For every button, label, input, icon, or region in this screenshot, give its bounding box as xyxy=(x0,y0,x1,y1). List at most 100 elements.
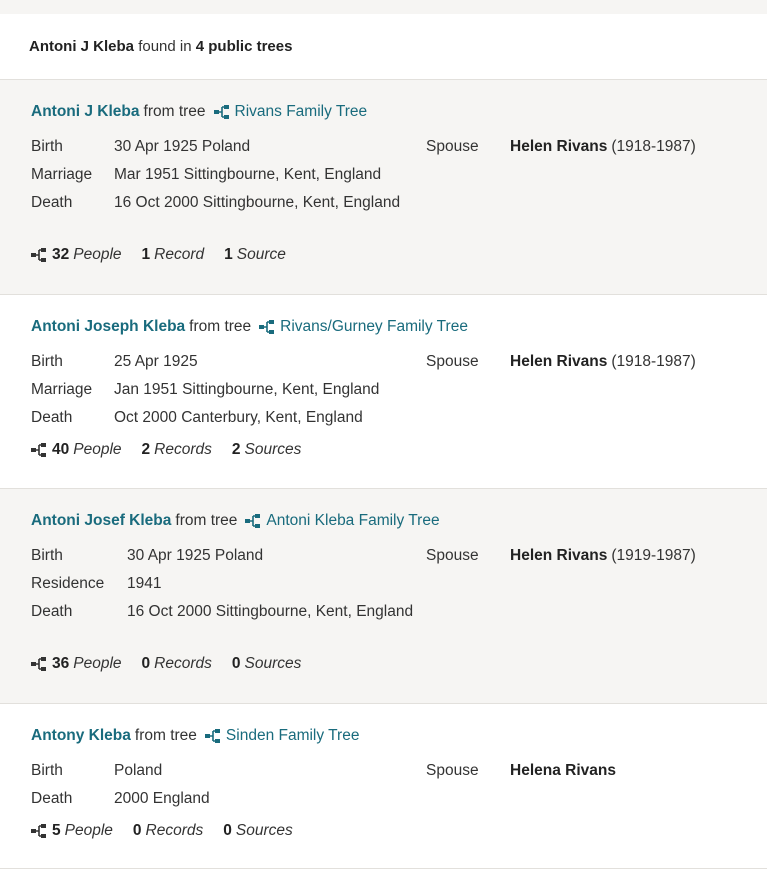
header-count: 4 public trees xyxy=(195,38,293,55)
family-tree-icon xyxy=(245,514,261,528)
event-label: Birth xyxy=(31,138,63,155)
spouse-name: Helena Rivans xyxy=(510,762,616,779)
event-row: Death 2000 England xyxy=(31,788,404,810)
from-tree-label: from tree xyxy=(189,318,252,335)
event-value: Jan 1951 Sittingbourne, Kent, England xyxy=(114,381,380,398)
event-value: Mar 1951 Sittingbourne, Kent, England xyxy=(114,166,382,183)
family-tree-icon xyxy=(31,657,46,671)
family-tree-icon xyxy=(213,105,229,119)
spouse-label: Spouse xyxy=(426,353,479,370)
tree-name-link[interactable]: Rivans Family Tree xyxy=(210,103,368,121)
from-tree-label: from tree xyxy=(134,727,197,744)
sources-count: 0 Sources xyxy=(231,655,302,672)
tree-name-link[interactable]: Antoni Kleba Family Tree xyxy=(241,512,440,530)
event-value: 30 Apr 1925 Poland xyxy=(127,547,264,564)
spouse-name: Helen Rivans xyxy=(510,547,608,564)
tree-result: Antoni Josef Kleba from tree Antoni Kleb… xyxy=(0,489,767,704)
person-name-link[interactable]: Antony Kleba xyxy=(31,727,131,745)
family-tree-icon xyxy=(31,824,46,838)
event-row: Birth 30 Apr 1925 Poland xyxy=(31,136,404,158)
family-tree-icon xyxy=(31,248,46,262)
tree-result: Antony Kleba from tree Sinden Family Tre… xyxy=(0,704,767,869)
tree-name-link[interactable]: Rivans/Gurney Family Tree xyxy=(255,318,468,336)
family-tree-icon xyxy=(31,443,46,457)
tree-stats: 32 People 1 Record 1 Source xyxy=(31,246,306,264)
event-row: Marriage Jan 1951 Sittingbourne, Kent, En… xyxy=(31,379,404,401)
sources-count: 2 Sources xyxy=(231,441,302,458)
person-name-link[interactable]: Antoni Joseph Kleba xyxy=(31,318,185,336)
results-header: Antoni J Kleba found in 4 public trees xyxy=(0,14,767,80)
spouse-name: Helen Rivans xyxy=(510,138,608,155)
event-label: Marriage xyxy=(31,166,93,183)
spouse-dates: (1918-1987) xyxy=(611,138,696,155)
event-value: 30 Apr 1925 Poland xyxy=(114,138,251,155)
records-count: 1 Record xyxy=(141,246,205,263)
event-row: Death 16 Oct 2000 Sittingbourne, Kent, En… xyxy=(31,192,404,214)
from-tree-label: from tree xyxy=(143,103,206,120)
records-count: 0 Records xyxy=(132,822,204,839)
event-row: Birth 30 Apr 1925 Poland xyxy=(31,545,417,567)
event-value: Oct 2000 Canterbury, Kent, England xyxy=(114,409,363,426)
records-count: 2 Records xyxy=(141,441,212,458)
spouse-info: Spouse Helen Rivans (1918-1987) xyxy=(426,136,696,158)
tree-stats: 5 People 0 Records 0 Sources xyxy=(31,822,313,840)
event-row: Death 16 Oct 2000 Sittingbourne, Kent, En… xyxy=(31,601,417,623)
tree-name: Rivans/Gurney Family Tree xyxy=(280,318,468,335)
sources-count: 0 Sources xyxy=(223,822,293,839)
family-tree-icon xyxy=(204,729,220,743)
tree-result: Antoni Joseph Kleba from tree Rivans/Gur… xyxy=(0,295,767,489)
event-value: Poland xyxy=(114,762,163,779)
person-name-link[interactable]: Antoni Josef Kleba xyxy=(31,512,171,530)
event-label: Death xyxy=(31,194,73,211)
event-value: 16 Oct 2000 Sittingbourne, Kent, England xyxy=(114,194,401,211)
event-row: Birth Poland xyxy=(31,760,404,782)
person-name-link[interactable]: Antoni J Kleba xyxy=(31,103,140,121)
tree-result: Antoni J Kleba from tree Rivans Family T… xyxy=(0,80,767,295)
tree-result-title: Antoni Josef Kleba from tree Antoni Kleb… xyxy=(31,512,440,530)
tree-result-title: Antoni J Kleba from tree Rivans Family T… xyxy=(31,103,367,121)
event-row: Death Oct 2000 Canterbury, Kent, England xyxy=(31,407,404,429)
event-label: Death xyxy=(31,409,73,426)
tree-name: Sinden Family Tree xyxy=(225,727,360,744)
from-tree-label: from tree xyxy=(175,512,238,529)
spouse-dates: (1918-1987) xyxy=(611,353,696,370)
people-count: 40 People xyxy=(31,441,122,459)
tree-stats: 40 People 2 Records 2 Sources xyxy=(31,441,321,459)
spouse-label: Spouse xyxy=(426,762,479,779)
people-count: 36 People xyxy=(31,655,122,673)
event-list: Birth 25 Apr 1925 Marriage Jan 1951 Sittin… xyxy=(31,351,404,435)
family-tree-icon xyxy=(259,320,275,334)
tree-name: Rivans Family Tree xyxy=(234,103,368,120)
spouse-info: Spouse Helena Rivans xyxy=(426,760,620,782)
tree-stats: 36 People 0 Records 0 Sources xyxy=(31,655,321,673)
event-label: Marriage xyxy=(31,381,93,398)
tree-result-title: Antony Kleba from tree Sinden Family Tre… xyxy=(31,727,359,745)
event-label: Birth xyxy=(31,353,63,370)
event-list: Birth 30 Apr 1925 Poland Marriage Mar 1951… xyxy=(31,136,404,220)
event-label: Birth xyxy=(31,762,63,779)
event-label: Death xyxy=(31,790,73,807)
people-count: 32 People xyxy=(31,246,122,264)
spouse-info: Spouse Helen Rivans (1919-1987) xyxy=(426,545,696,567)
tree-result-title: Antoni Joseph Kleba from tree Rivans/Gur… xyxy=(31,318,468,336)
spouse-label: Spouse xyxy=(426,547,479,564)
event-list: Birth Poland Death 2000 England xyxy=(31,760,404,816)
event-list: Birth 30 Apr 1925 Poland Residence 1941 De… xyxy=(31,545,417,629)
event-row: Residence 1941 xyxy=(31,573,417,595)
header-person: Antoni J Kleba xyxy=(29,38,135,55)
tree-name-link[interactable]: Sinden Family Tree xyxy=(201,727,360,745)
header-found-in: found in xyxy=(138,38,192,55)
spouse-label: Spouse xyxy=(426,138,479,155)
event-label: Death xyxy=(31,603,73,620)
event-row: Birth 25 Apr 1925 xyxy=(31,351,404,373)
tree-name: Antoni Kleba Family Tree xyxy=(266,512,440,529)
results-panel: Antoni J Kleba found in 4 public trees A… xyxy=(0,14,767,877)
event-label: Residence xyxy=(31,575,105,592)
records-count: 0 Records xyxy=(141,655,212,672)
spouse-info: Spouse Helen Rivans (1918-1987) xyxy=(426,351,696,373)
event-value: 25 Apr 1925 xyxy=(114,353,198,370)
event-value: 2000 England xyxy=(114,790,210,807)
spouse-name: Helen Rivans xyxy=(510,353,608,370)
sources-count: 1 Source xyxy=(224,246,286,263)
event-value: 1941 xyxy=(127,575,162,592)
